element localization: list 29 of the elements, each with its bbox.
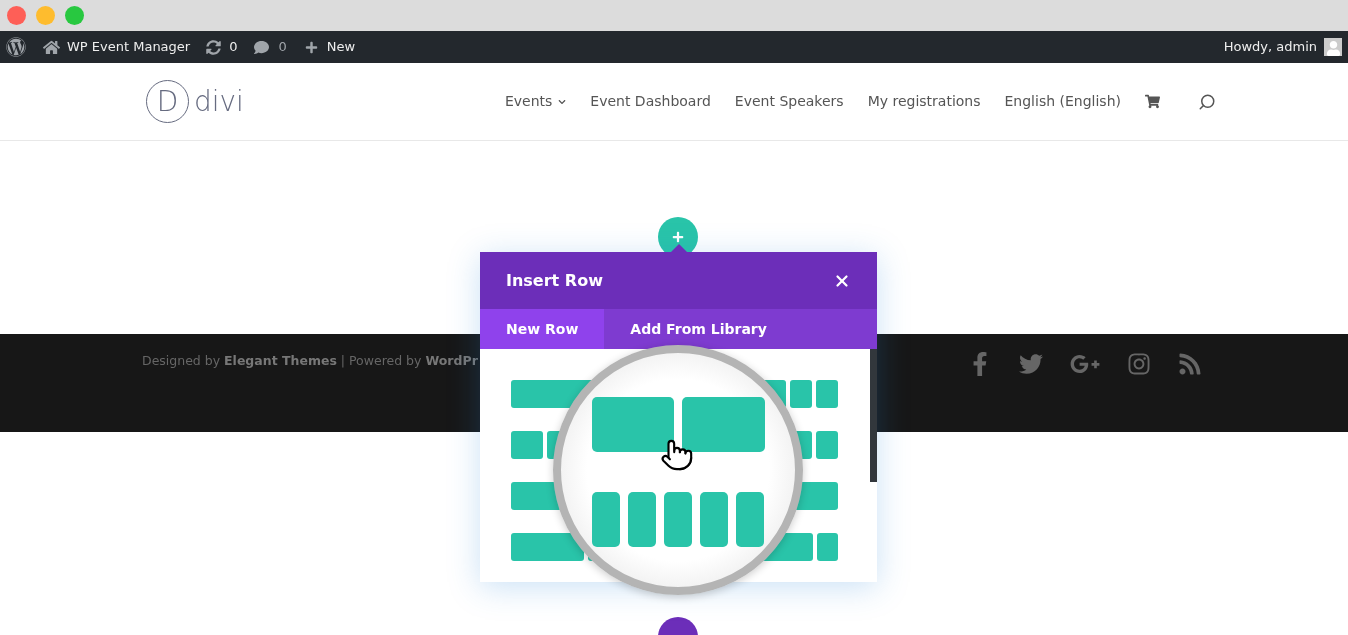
updates-count[interactable]: 0: [229, 37, 238, 57]
nav-link[interactable]: Event Dashboard: [590, 91, 711, 112]
layout-picker-drawing[interactable]: [511, 345, 838, 595]
comments-count[interactable]: 0: [278, 37, 287, 57]
nav-link[interactable]: Event Speakers: [734, 91, 844, 112]
plus-icon: [304, 40, 318, 54]
wordpress-icon[interactable]: [6, 37, 26, 57]
twitter-icon[interactable]: [1019, 352, 1043, 376]
nav-link[interactable]: English (English): [1004, 91, 1121, 112]
plus-icon: [672, 231, 684, 243]
instagram-icon[interactable]: [1127, 352, 1151, 376]
scrollbar[interactable]: [870, 349, 877, 482]
modal-title: Insert Row: [506, 269, 603, 292]
comment-icon: [254, 39, 270, 55]
tab[interactable]: New Row: [480, 309, 605, 349]
nav-link[interactable]: My registrations: [867, 91, 981, 112]
cart-icon[interactable]: [1145, 94, 1160, 109]
tab[interactable]: Add From Library: [604, 309, 793, 349]
logo-text: divi: [194, 83, 244, 120]
greeting-link[interactable]: Howdy, admin: [1223, 37, 1317, 57]
site-link[interactable]: WP Event Manager: [67, 37, 191, 57]
nav-link[interactable]: Events: [504, 91, 567, 112]
updates-icon: [206, 39, 222, 55]
search-icon[interactable]: [1198, 92, 1216, 111]
rss-icon[interactable]: [1178, 352, 1202, 376]
home-icon: [43, 38, 60, 56]
footer-credits: Designed by Elegant Themes | Powered by WordPr: [142, 352, 478, 370]
new-link[interactable]: New: [326, 37, 356, 57]
window-control[interactable]: [7, 6, 26, 25]
